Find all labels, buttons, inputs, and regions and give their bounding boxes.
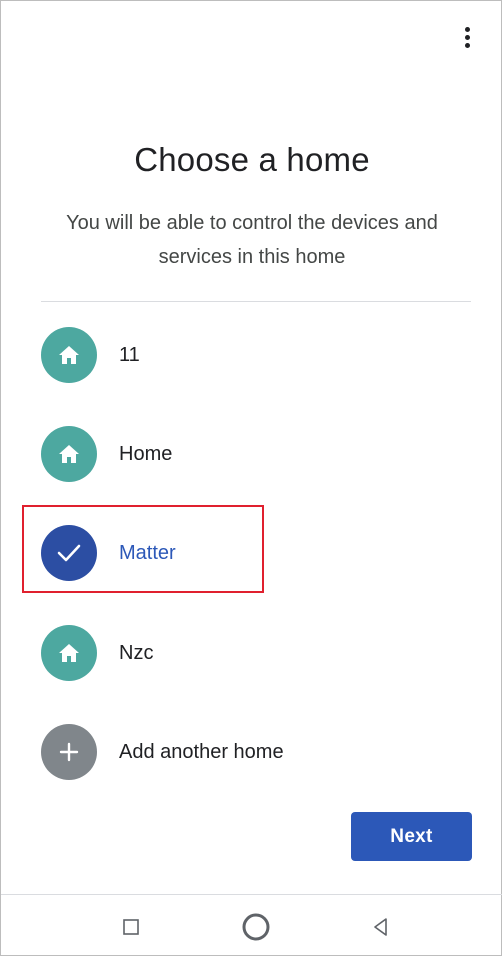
screen-frame: Choose a home You will be able to contro… [0,0,502,956]
home-item-matter[interactable]: Matter [41,521,441,585]
home-item-11[interactable]: 11 [41,323,441,387]
check-icon [41,525,97,581]
home-item-label: Nzc [119,641,154,664]
page-title: Choose a home [134,141,370,178]
home-icon [41,426,97,482]
square-icon[interactable] [113,909,149,945]
add-home-label: Add another home [119,740,284,763]
triangle-back-icon[interactable] [363,909,399,945]
add-another-home-button[interactable]: Add another home [41,720,441,784]
home-icon [41,327,97,383]
system-nav-bar [1,895,502,956]
more-vert-icon[interactable] [453,21,481,53]
home-item-label: Home [119,442,173,465]
home-item-label: 11 [119,343,140,366]
next-button[interactable]: Next [351,812,472,861]
home-icon [41,625,97,681]
plus-icon [41,724,97,780]
divider [41,301,471,302]
circle-icon[interactable] [238,909,274,945]
page-subtitle: You will be able to control the devices … [66,212,438,268]
home-item-home[interactable]: Home [41,422,441,486]
home-item-label: Matter [119,541,176,564]
home-item-nzc[interactable]: Nzc [41,621,441,685]
